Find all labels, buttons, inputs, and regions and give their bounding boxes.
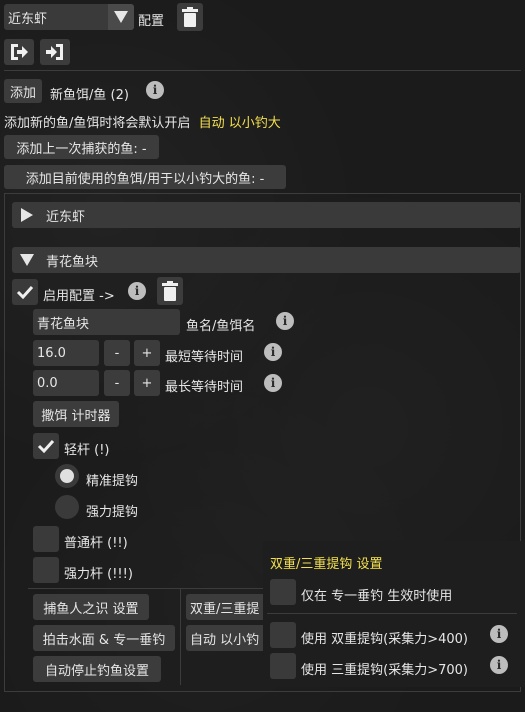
add-button[interactable]: 添加 <box>4 79 42 103</box>
info-icon[interactable]: i <box>490 625 508 643</box>
entry-name: 近东虾 <box>46 209 86 225</box>
trash-icon <box>162 281 178 301</box>
min-wait-minus-button[interactable]: - <box>104 340 130 366</box>
auto-enable-text: 添加新的鱼/鱼饵时将会默认开启 自动 以小钓大 <box>4 116 281 131</box>
dropdown-arrow-icon[interactable] <box>108 4 134 30</box>
auto-stop-button[interactable]: 自动停止钓鱼设置 <box>33 656 161 682</box>
precision-hook-radio[interactable] <box>55 464 79 488</box>
checkmark-icon <box>37 439 55 453</box>
use-triple-label: 使用 三重提钩(采集力>700) <box>301 663 468 678</box>
entry-header-collapsed[interactable]: 近东虾 <box>12 202 521 228</box>
chevron-right-icon <box>21 208 33 222</box>
delete-config-button[interactable] <box>177 3 203 31</box>
min-wait-plus-button[interactable]: + <box>134 340 160 366</box>
fish-select-value: 近东虾 <box>8 11 48 27</box>
popup-title: 双重/三重提钩 设置 <box>270 557 383 572</box>
auto-enable-highlight: 自动 以小钓大 <box>198 116 281 131</box>
max-wait-input[interactable]: 0.0 <box>33 370 99 396</box>
info-icon[interactable]: i <box>264 343 282 361</box>
fish-name-label: 鱼名/鱼饵名 <box>186 319 256 334</box>
divider <box>180 588 181 685</box>
heavy-rod-checkbox[interactable] <box>33 557 59 583</box>
use-triple-checkbox[interactable] <box>270 653 296 679</box>
divider <box>4 193 521 194</box>
entry-header-expanded[interactable]: 青花鱼块 <box>12 247 521 273</box>
info-icon[interactable]: i <box>276 312 294 330</box>
enable-config-label: 启用配置 -> <box>43 289 115 304</box>
only-identical-label: 仅在 专一垂钓 生效时使用 <box>301 589 453 604</box>
divider <box>4 193 5 691</box>
light-rod-checkbox[interactable] <box>33 433 59 459</box>
delete-entry-button[interactable] <box>157 277 183 305</box>
power-hook-label: 强力提钩 <box>86 505 139 520</box>
max-wait-label: 最长等待时间 <box>165 380 244 395</box>
normal-rod-label: 普通杆 (!!) <box>64 536 128 551</box>
export-button[interactable] <box>4 39 34 65</box>
use-double-checkbox[interactable] <box>270 622 296 648</box>
enable-config-checkbox[interactable] <box>12 279 38 305</box>
config-label: 配置 <box>138 14 165 29</box>
chevron-down-icon <box>20 254 34 266</box>
info-icon[interactable]: i <box>264 374 282 392</box>
precision-hook-label: 精准提钩 <box>86 474 139 489</box>
import-button[interactable] <box>40 39 70 65</box>
only-identical-checkbox[interactable] <box>270 579 296 605</box>
max-wait-plus-button[interactable]: + <box>134 370 160 396</box>
auto-mooch-button[interactable]: 自动 以小钓 <box>186 625 270 651</box>
checkmark-icon <box>16 285 34 299</box>
add-last-caught-button[interactable]: 添加上一次捕获的鱼: - <box>4 135 159 159</box>
light-rod-label: 轻杆 (!) <box>64 443 110 458</box>
heavy-rod-label: 强力杆 (!!!) <box>64 567 133 582</box>
info-icon[interactable]: i <box>490 656 508 674</box>
trash-icon <box>182 7 198 27</box>
divider <box>267 613 517 614</box>
min-wait-label: 最短等待时间 <box>165 350 244 365</box>
entry-name: 青花鱼块 <box>46 254 99 270</box>
info-icon[interactable]: i <box>146 81 164 99</box>
fisher-intuition-button[interactable]: 捕鱼人之识 设置 <box>33 594 149 620</box>
bait-timer-button[interactable]: 撒饵 计时器 <box>33 401 119 427</box>
export-icon <box>11 44 28 60</box>
fish-name-input[interactable]: 青花鱼块 <box>33 309 180 335</box>
divider <box>4 70 521 71</box>
max-wait-minus-button[interactable]: - <box>104 370 130 396</box>
double-triple-hook-button[interactable]: 双重/三重提 <box>186 594 270 620</box>
info-icon[interactable]: i <box>128 282 146 300</box>
import-icon <box>46 44 63 60</box>
surface-slap-button[interactable]: 拍击水面 & 专一垂钓 <box>33 625 175 651</box>
normal-rod-checkbox[interactable] <box>33 526 59 552</box>
double-triple-popup: 双重/三重提钩 设置 仅在 专一垂钓 生效时使用 使用 双重提钩(采集力>400… <box>263 541 525 687</box>
divider <box>4 691 521 692</box>
min-wait-input[interactable]: 16.0 <box>33 340 99 366</box>
power-hook-radio[interactable] <box>55 495 79 519</box>
add-current-bait-button[interactable]: 添加目前使用的鱼饵/用于以小钓大的鱼: - <box>4 165 286 189</box>
use-double-label: 使用 双重提钩(采集力>400) <box>301 632 468 647</box>
new-bait-label: 新鱼饵/鱼 (2) <box>50 88 129 103</box>
